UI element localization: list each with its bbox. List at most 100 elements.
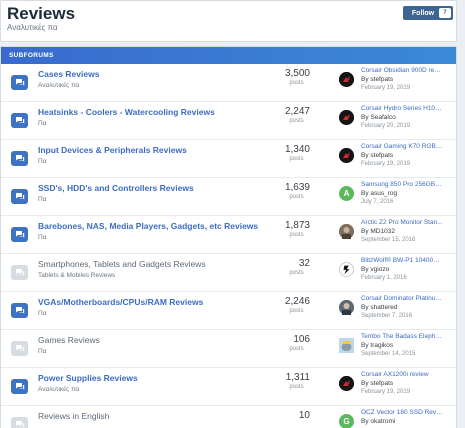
post-count: 1,311 posts xyxy=(270,372,310,390)
user-avatar[interactable] xyxy=(339,338,354,353)
forum-icon[interactable] xyxy=(11,189,28,204)
chat-bubble-icon xyxy=(15,307,24,314)
last-post-author[interactable]: By stefpats xyxy=(361,380,393,387)
last-post-title-link[interactable]: BlitzWolf® BW-P1 10400mAh ... xyxy=(361,257,443,264)
forum-row[interactable]: Smartphones, Tablets and Gadgets Reviews… xyxy=(1,254,456,292)
forum-row[interactable]: SSD's, HDD's and Controllers Reviews Πα 1,… xyxy=(1,178,456,216)
last-post-title-link[interactable]: Corsair Hydro Series H100i... xyxy=(361,105,443,112)
post-count-label: posts xyxy=(289,384,304,390)
page-title: Reviews xyxy=(7,4,76,23)
post-count: 1,873 posts xyxy=(270,220,310,238)
last-post-title-link[interactable]: Corsair AX1200i review xyxy=(361,371,443,378)
user-avatar[interactable]: A xyxy=(339,186,354,201)
forum-description: Πα xyxy=(38,196,47,203)
post-count-value: 1,340 xyxy=(284,144,310,155)
forum-icon[interactable] xyxy=(11,227,28,242)
post-count: 106 posts xyxy=(270,334,310,352)
post-count-value: 1,639 xyxy=(284,182,310,193)
user-avatar[interactable] xyxy=(339,224,354,239)
forum-description: Αναλυτικές πα xyxy=(38,82,80,89)
user-avatar[interactable] xyxy=(339,110,354,125)
post-count: 32 posts xyxy=(270,258,310,276)
forum-description: Πα xyxy=(38,234,47,241)
page-header: Reviews Αναλυτικές πα Follow 7 xyxy=(0,0,457,42)
chat-bubble-icon xyxy=(15,383,24,390)
forum-row[interactable]: VGAs/Motherboards/CPUs/RAM Reviews Πα 2,24… xyxy=(1,292,456,330)
last-post-title-link[interactable]: Corsair Gaming K70 RGB Ful... xyxy=(361,143,443,150)
forum-title-link[interactable]: Heatsinks - Coolers - Watercooling Revie… xyxy=(38,107,215,117)
forum-row[interactable]: Input Devices & Peripherals Reviews Πα 1,3… xyxy=(1,140,456,178)
forum-row[interactable]: Barebones, NAS, Media Players, Gadgets, … xyxy=(1,216,456,254)
forum-title-link[interactable]: Barebones, NAS, Media Players, Gadgets, … xyxy=(38,221,258,231)
forum-row[interactable]: Games Reviews Πα 106 posts Tembo The Badass … xyxy=(1,330,456,368)
last-post-date: September 7, 2016 xyxy=(361,313,413,319)
forum-row[interactable]: Heatsinks - Coolers - Watercooling Revie… xyxy=(1,102,456,140)
last-post-title-link[interactable]: Samsung 850 Pro 256GB SSD ... xyxy=(361,181,443,188)
last-post-author[interactable]: By tragikos xyxy=(361,342,393,349)
forum-icon[interactable] xyxy=(11,379,28,394)
user-avatar[interactable] xyxy=(339,300,354,315)
last-post-date: February 20, 2019 xyxy=(361,123,411,129)
last-post-author[interactable]: By stefpats xyxy=(361,152,393,159)
forum-icon[interactable] xyxy=(11,75,28,90)
chat-bubble-icon xyxy=(15,155,24,162)
chat-bubble-icon xyxy=(15,421,24,428)
follow-button[interactable]: Follow 7 xyxy=(403,6,453,20)
last-post-title-link[interactable]: OCZ Vector 180 SSD Review ... xyxy=(361,409,443,416)
post-count-value: 2,246 xyxy=(284,296,310,307)
post-count: 1,639 posts xyxy=(270,182,310,200)
forum-icon[interactable] xyxy=(11,265,28,280)
scrollbar[interactable] xyxy=(461,46,465,428)
last-post-date: September 14, 2015 xyxy=(361,351,416,357)
post-count-label: posts xyxy=(289,118,304,124)
post-count-label: posts xyxy=(289,270,304,276)
follow-count-badge: 7 xyxy=(439,8,451,18)
forum-title-link[interactable]: Games Reviews xyxy=(38,335,100,345)
user-avatar[interactable]: G xyxy=(339,414,354,428)
forum-row[interactable]: Power Supplies Reviews Αναλυτικές πα 1,311… xyxy=(1,368,456,406)
post-count-value: 1,873 xyxy=(284,220,310,231)
forum-description: Πα xyxy=(38,158,47,165)
user-avatar[interactable] xyxy=(339,72,354,87)
forum-title-link[interactable]: Cases Reviews xyxy=(38,69,99,79)
forum-title-link[interactable]: SSD's, HDD's and Controllers Reviews xyxy=(38,183,194,193)
section-header: SUBFORUMS xyxy=(1,47,456,64)
last-post-title-link[interactable]: Arctic Z2 Pro Monitor Stan... xyxy=(361,219,443,226)
last-post-author[interactable]: By okatromi xyxy=(361,418,395,425)
user-avatar[interactable] xyxy=(339,262,354,277)
forum-icon[interactable] xyxy=(11,417,28,428)
user-avatar[interactable] xyxy=(339,376,354,391)
last-post-title-link[interactable]: Corsair Obsidian 900D revi... xyxy=(361,67,443,74)
last-post-date: February 19, 2019 xyxy=(361,389,411,395)
forum-icon[interactable] xyxy=(11,303,28,318)
avatar-letter: G xyxy=(343,417,350,426)
follow-label: Follow xyxy=(411,9,435,17)
post-count-label: posts xyxy=(289,346,304,352)
forum-title-link[interactable]: Reviews in English xyxy=(38,411,109,421)
post-count-label: posts xyxy=(289,308,304,314)
forum-icon[interactable] xyxy=(11,151,28,166)
forum-row[interactable]: Reviews in English 10 G OCZ Vector 180 SSD … xyxy=(1,406,456,428)
forum-row[interactable]: Cases Reviews Αναλυτικές πα 3,500 posts Cors… xyxy=(1,64,456,102)
last-post-author[interactable]: By shattered xyxy=(361,304,398,311)
last-post-author[interactable]: By stefpats xyxy=(361,76,393,83)
user-avatar[interactable] xyxy=(339,148,354,163)
last-post-author[interactable]: By Seafalco xyxy=(361,114,396,121)
forum-icon[interactable] xyxy=(11,113,28,128)
forum-title-link[interactable]: Smartphones, Tablets and Gadgets Reviews xyxy=(38,259,206,269)
forum-description: Πα xyxy=(38,120,47,127)
forum-title-link[interactable]: Input Devices & Peripherals Reviews xyxy=(38,145,187,155)
post-count-value: 32 xyxy=(298,258,310,269)
last-post-author[interactable]: By asus_rog xyxy=(361,190,397,197)
post-count: 2,246 posts xyxy=(270,296,310,314)
last-post-title-link[interactable]: Tembo The Badass Elephant ... xyxy=(361,333,443,340)
last-post-title-link[interactable]: Corsair Dominator Platinum... xyxy=(361,295,443,302)
forum-icon[interactable] xyxy=(11,341,28,356)
last-post-date: February 1, 2016 xyxy=(361,275,407,281)
last-post-author[interactable]: By vgiozo xyxy=(361,266,389,273)
forum-title-link[interactable]: Power Supplies Reviews xyxy=(38,373,138,383)
chat-bubble-icon xyxy=(15,117,24,124)
forum-title-link[interactable]: VGAs/Motherboards/CPUs/RAM Reviews xyxy=(38,297,203,307)
last-post-author[interactable]: By MD1032 xyxy=(361,228,395,235)
subforums-list: SUBFORUMS Cases Reviews Αναλυτικές πα 3,50… xyxy=(0,46,457,428)
